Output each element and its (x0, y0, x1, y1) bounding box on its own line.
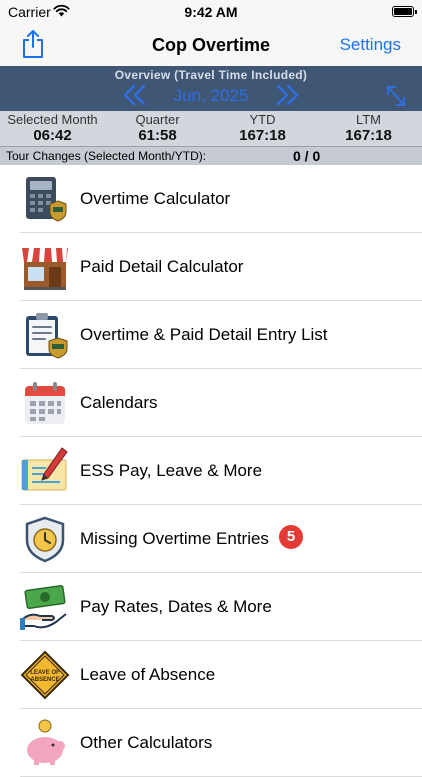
calculator-icon (26, 177, 67, 222)
menu-item-label: Paid Detail Calculator (80, 257, 244, 276)
tour-changes-value: 0 / 0 (293, 148, 321, 164)
clock-badge-icon (25, 516, 65, 563)
leave-sign-text-top: LEAVE OF (30, 670, 60, 676)
clock-time: 9:42 AM (184, 4, 238, 20)
storefront-icon (22, 248, 68, 290)
menu-item-label: Other Calculators (80, 733, 213, 752)
expand-icon[interactable] (384, 83, 408, 109)
stat-value: 06:42 (33, 127, 72, 144)
tour-changes-row: Tour Changes (Selected Month/YTD): 0 / 0 (0, 146, 422, 165)
menu-item-label: Leave of Absence (80, 665, 216, 684)
stat-ytd: YTD 167:18 (210, 111, 315, 144)
next-month-icon[interactable] (274, 84, 300, 106)
piggy-bank-icon (27, 719, 65, 765)
overview-panel: Overview (Travel Time Included) Jun, 202… (0, 66, 422, 111)
stat-value: 167:18 (345, 127, 392, 144)
menu-item-label: Missing Overtime Entries (80, 529, 269, 548)
clipboard-icon (26, 313, 68, 359)
previous-month-icon[interactable] (122, 84, 148, 106)
status-bar: Carrier 9:42 AM (0, 0, 422, 24)
stat-label: YTD (249, 112, 276, 127)
battery-icon (392, 6, 417, 17)
money-hand-icon (20, 584, 67, 630)
menu-item-paid-detail-calculator[interactable]: Paid Detail Calculator (0, 233, 422, 301)
menu-item-leave-of-absence[interactable]: LEAVE OF ABSENCE Leave of Absence (0, 641, 422, 709)
settings-button[interactable]: Settings (340, 35, 401, 55)
stat-label: Quarter (135, 112, 180, 127)
stat-quarter: Quarter 61:58 (105, 111, 210, 144)
navigation-bar: Cop Overtime Settings (0, 24, 422, 66)
leave-sign-icon: LEAVE OF ABSENCE (20, 650, 70, 700)
tour-changes-label: Tour Changes (Selected Month/YTD): (6, 149, 207, 163)
menu-item-other-calculators[interactable]: Other Calculators (0, 709, 422, 777)
selected-month[interactable]: Jun, 2025 (150, 86, 272, 106)
main-menu: Overtime Calculator Paid Detail Calculat… (0, 165, 422, 777)
menu-item-calendars[interactable]: Calendars (0, 369, 422, 437)
menu-item-label: Overtime Calculator (80, 189, 231, 208)
menu-item-label: ESS Pay, Leave & More (80, 461, 263, 480)
stat-label: LTM (355, 112, 382, 127)
overview-title: Overview (Travel Time Included) (114, 68, 308, 82)
stat-label: Selected Month (7, 112, 98, 127)
missing-count-badge: 5 (279, 525, 303, 549)
stat-selected-month: Selected Month 06:42 (0, 111, 105, 144)
menu-item-entry-list[interactable]: Overtime & Paid Detail Entry List (0, 301, 422, 369)
overtime-stats: Selected Month 06:42 Quarter 61:58 YTD 1… (0, 111, 422, 146)
menu-item-label: Calendars (80, 393, 158, 412)
leave-sign-text-bottom: ABSENCE (30, 677, 59, 683)
check-pen-icon (21, 447, 68, 491)
menu-item-label: Overtime & Paid Detail Entry List (80, 325, 328, 344)
menu-item-overtime-calculator[interactable]: Overtime Calculator (0, 165, 422, 233)
menu-item-pay-rates[interactable]: Pay Rates, Dates & More (0, 573, 422, 641)
stat-value: 61:58 (138, 127, 177, 144)
calendar-icon (25, 382, 65, 424)
stat-value: 167:18 (239, 127, 286, 144)
menu-item-missing-overtime[interactable]: Missing Overtime Entries 5 (0, 505, 422, 573)
menu-item-label: Pay Rates, Dates & More (80, 597, 272, 616)
stat-ltm: LTM 167:18 (316, 111, 421, 144)
menu-item-ess-pay-leave[interactable]: ESS Pay, Leave & More (0, 437, 422, 505)
